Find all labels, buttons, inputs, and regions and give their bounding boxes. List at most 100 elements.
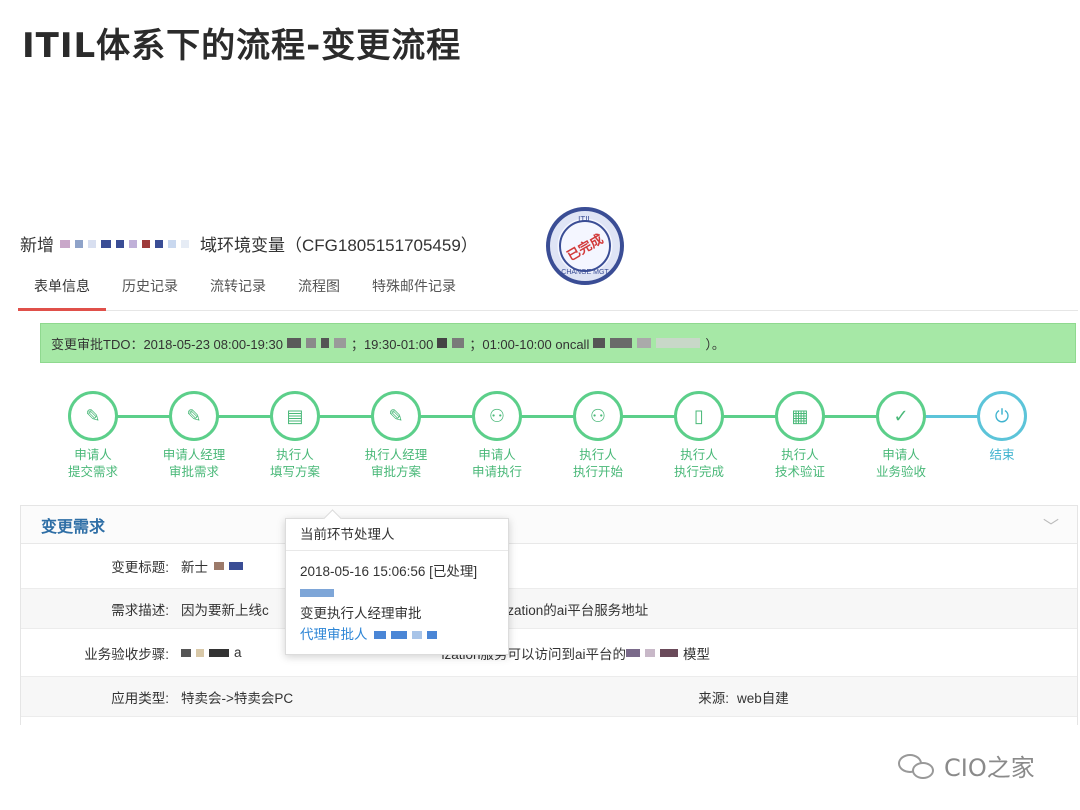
- redacted-mark: [229, 562, 243, 570]
- edit-icon: ✎: [169, 391, 219, 441]
- flow-step-fill-plan[interactable]: ▤ 执行人 填写方案: [240, 391, 350, 481]
- panel-header[interactable]: 变更需求 ﹀: [21, 506, 1077, 544]
- tab-special-mail[interactable]: 特殊邮件记录: [356, 275, 472, 311]
- ticket-title-suffix: 域环境变量（CFG1805151705459）: [200, 236, 478, 255]
- flow-step-submit[interactable]: ✎ 申请人 提交需求: [38, 391, 148, 481]
- field-row-change-title: 变更标题: 新士: [21, 544, 1077, 589]
- redacted-mark: [142, 239, 150, 248]
- redacted-mark: [129, 239, 137, 248]
- redacted-mark: [75, 239, 83, 248]
- redacted-mark: [452, 338, 465, 348]
- redacted-mark: [286, 338, 301, 348]
- field-label: 需求描述:: [111, 602, 169, 618]
- edit-icon: ✎: [68, 391, 118, 441]
- notice-text-3: ；01:00-10:00 oncall: [469, 336, 590, 352]
- mobile-icon: ▯: [674, 391, 724, 441]
- redacted-mark: [593, 338, 606, 348]
- flow-step-manager-approve-plan[interactable]: ✎ 执行人经理 审批方案: [341, 391, 451, 481]
- field-row-acceptance-steps: 业务验收步骤: a ization服务可以访问到ai平台的 模型: [21, 629, 1077, 677]
- notice-text-4: ）。: [705, 336, 725, 352]
- check-circle-icon: ✓: [876, 391, 926, 441]
- watermark-text: CIO之家: [944, 754, 1035, 782]
- user-icon: ⚇: [573, 391, 623, 441]
- field-row-description: 需求描述: 因为要新上线c 量指定categorization的ai平台服务地址: [21, 589, 1077, 629]
- notebook-icon: ▤: [270, 391, 320, 441]
- redacted-mark: [437, 338, 448, 348]
- panel-title: 变更需求: [41, 518, 106, 536]
- redacted-mark: [637, 338, 652, 348]
- field-value-part: a: [234, 645, 242, 660]
- popover-time: 2018-05-16 15:06:56 [已处理]: [300, 564, 478, 579]
- field-row-app-type: 应用类型: 特卖会->特卖会PC 来源: web自建: [21, 677, 1077, 717]
- flow-step-execution-start[interactable]: ⚇ 执行人 执行开始: [543, 391, 653, 481]
- redacted-mark: [626, 648, 641, 657]
- redacted-mark: [155, 239, 163, 248]
- stamp-text: 已完成: [564, 230, 607, 264]
- redacted-mark: [411, 630, 422, 639]
- slide-title: ITIL体系下的流程-变更流程: [22, 26, 462, 66]
- itil-screenshot: 新增 域环境变量（CFG1805151705459） ITIL 已完成 CHAN…: [18, 205, 1080, 725]
- redacted-mark: [181, 648, 191, 657]
- redacted-mark: [214, 562, 224, 570]
- redacted-mark: [209, 648, 229, 657]
- redacted-mark: [390, 630, 407, 639]
- redacted-mark: [101, 239, 111, 248]
- field-label: 业务验收步骤:: [84, 646, 169, 662]
- redacted-mark: [305, 338, 316, 348]
- field-value: web自建: [737, 690, 789, 706]
- flow-step-request-execution[interactable]: ⚇ 申请人 申请执行: [442, 391, 552, 481]
- ticket-title: 新增 域环境变量（CFG1805151705459）: [20, 231, 478, 256]
- field-label: 变更标题:: [111, 560, 169, 575]
- flow-step-business-accept[interactable]: ✓ 申请人 业务验收: [846, 391, 956, 481]
- completed-stamp: ITIL 已完成 CHANGE MGT: [546, 207, 624, 285]
- field-label: 来源:: [698, 690, 729, 706]
- handler-popover: 当前环节处理人 2018-05-16 15:06:56 [已处理] 变更执行人经…: [285, 518, 509, 655]
- tab-bar: 表单信息 历史记录 流转记录 流程图 特殊邮件记录: [18, 275, 1078, 311]
- wechat-icon: [898, 752, 938, 780]
- redacted-mark: [426, 630, 437, 639]
- ticket-title-prefix: 新增: [20, 236, 54, 255]
- redacted-mark: [320, 338, 329, 348]
- redacted-mark: [181, 239, 189, 248]
- approval-notice-banner: 变更审批TDO：2018-05-23 08:00-19:30 ；19:30-01…: [40, 323, 1076, 363]
- tab-transfer-log[interactable]: 流转记录: [194, 275, 282, 311]
- flow-step-tech-verify[interactable]: ▦ 执行人 技术验证: [745, 391, 855, 481]
- popover-role: 变更执行人经理审批: [300, 606, 422, 621]
- stamp-ring-top: ITIL: [578, 215, 592, 224]
- flow-step-end[interactable]: ⏻ 结束: [947, 391, 1057, 464]
- field-value-part: 因为要新上线c: [181, 602, 269, 618]
- redacted-mark: [168, 239, 176, 248]
- power-icon: ⏻: [977, 391, 1027, 441]
- redacted-mark: [60, 239, 70, 248]
- watermark: CIO之家: [898, 748, 1035, 783]
- field-label: 应用类型:: [111, 690, 169, 706]
- popover-title: 当前环节处理人: [286, 519, 508, 551]
- edit-icon: ✎: [371, 391, 421, 441]
- flow-step-execution-done[interactable]: ▯ 执行人 执行完成: [644, 391, 754, 481]
- process-flow: ✎ 申请人 提交需求 ✎ 申请人经理 审批需求 ▤ 执行人 填写方案 ✎ 执行人经理审…: [18, 391, 1080, 481]
- tab-flowchart[interactable]: 流程图: [282, 275, 356, 311]
- redacted-mark: [645, 648, 656, 657]
- redacted-mark: [333, 338, 346, 348]
- redacted-mark: [660, 648, 679, 657]
- user-add-icon: ⚇: [472, 391, 522, 441]
- redacted-mark: [610, 338, 633, 348]
- redacted-mark: [373, 630, 386, 639]
- redacted-mark: [656, 338, 701, 348]
- tab-form-info[interactable]: 表单信息: [18, 275, 106, 311]
- field-value-part: 模型: [683, 646, 711, 662]
- proxy-approver-link[interactable]: 代理审批人: [300, 624, 368, 645]
- redacted-mark: [116, 239, 124, 248]
- chevron-down-icon[interactable]: ﹀: [1043, 513, 1059, 537]
- notice-text-2: ；19:30-01:00: [350, 336, 434, 352]
- tab-history[interactable]: 历史记录: [106, 275, 194, 311]
- notice-text-1: 变更审批TDO：2018-05-23 08:00-19:30: [51, 336, 283, 352]
- redacted-mark: [300, 589, 334, 597]
- film-icon: ▦: [775, 391, 825, 441]
- change-request-panel: 变更需求 ﹀ 变更标题: 新士 需求描述: 因为要新上线c 量指定categor…: [20, 505, 1078, 725]
- flow-step-manager-approve-request[interactable]: ✎ 申请人经理 审批需求: [139, 391, 249, 481]
- redacted-mark: [88, 239, 96, 248]
- field-value: 特卖会->特卖会PC: [181, 690, 294, 706]
- field-value: 新士: [181, 560, 208, 575]
- redacted-mark: [196, 648, 204, 657]
